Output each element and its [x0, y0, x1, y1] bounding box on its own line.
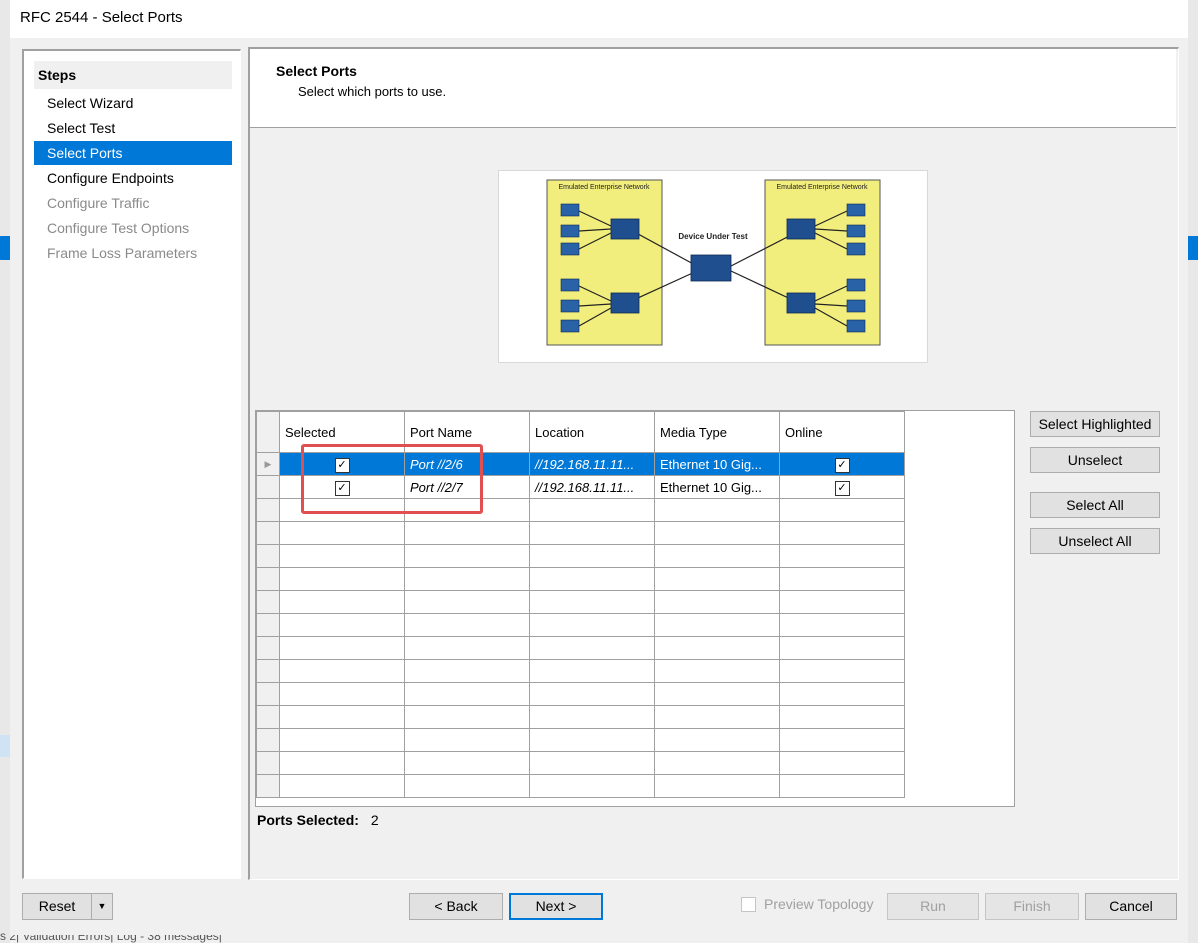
empty-row	[256, 659, 905, 683]
content-panel: Select Ports Select which ports to use. …	[248, 47, 1179, 880]
location-cell: //192.168.11.11...	[529, 475, 655, 499]
preview-topology-label: Preview Topology	[764, 896, 874, 912]
ports-selected: Ports Selected: 2	[257, 812, 379, 828]
select-highlighted-button[interactable]: Select Highlighted	[1030, 411, 1160, 437]
col-port-name[interactable]: Port Name	[404, 411, 530, 453]
diagram-center-label: Device Under Test	[678, 232, 748, 241]
unselect-button[interactable]: Unselect	[1030, 447, 1160, 473]
checkmark-icon: ✓	[834, 480, 850, 496]
topology-diagram: Emulated Enterprise Network Emulated Ent…	[498, 170, 928, 363]
step-frame-loss-parameters: Frame Loss Parameters	[47, 245, 198, 261]
steps-panel: Steps Select Wizard Select Test Select P…	[22, 49, 241, 879]
step-configure-traffic: Configure Traffic	[47, 195, 150, 211]
online-checkbox: ✓	[779, 475, 905, 499]
diagram-left-label: Emulated Enterprise Network	[558, 184, 650, 191]
empty-row	[256, 705, 905, 729]
empty-row	[256, 728, 905, 752]
page-title: Select Ports	[276, 63, 357, 79]
online-checkbox: ✓	[779, 452, 905, 476]
empty-row	[256, 613, 905, 637]
col-selected[interactable]: Selected	[279, 411, 405, 453]
table-row[interactable]: ▶ ✓ Port //2/6 //192.168.11.11... Ethern…	[256, 452, 905, 476]
diagram-right-label: Emulated Enterprise Network	[776, 184, 868, 191]
empty-row	[256, 544, 905, 568]
port-name-cell: Port //2/6	[404, 452, 530, 476]
step-select-test[interactable]: Select Test	[34, 116, 232, 140]
step-configure-test-options: Configure Test Options	[47, 220, 190, 236]
empty-row	[256, 774, 905, 798]
rfc2544-dialog: RFC 2544 - Select Ports Steps Select Wiz…	[10, 0, 1188, 935]
empty-row	[256, 751, 905, 775]
empty-row	[256, 636, 905, 660]
cancel-button[interactable]: Cancel	[1085, 893, 1177, 920]
empty-row	[256, 682, 905, 706]
checkmark-icon: ✓	[334, 457, 350, 473]
preview-topology-checkbox: Preview Topology	[741, 896, 873, 912]
ports-selected-count: 2	[370, 812, 379, 828]
ports-grid: Selected Port Name Location Media Type O…	[255, 410, 1015, 807]
row-header	[256, 475, 280, 499]
step-configure-endpoints[interactable]: Configure Endpoints	[34, 166, 232, 190]
media-type-cell: Ethernet 10 Gig...	[654, 452, 780, 476]
row-pointer-icon: ▶	[256, 452, 280, 476]
title-bar: RFC 2544 - Select Ports	[10, 0, 1188, 38]
selected-checkbox[interactable]: ✓	[279, 475, 405, 499]
reset-button[interactable]: Reset	[22, 893, 92, 920]
back-button[interactable]: < Back	[409, 893, 503, 920]
next-button[interactable]: Next >	[509, 893, 603, 920]
location-cell: //192.168.11.11...	[529, 452, 655, 476]
unselect-all-button[interactable]: Unselect All	[1030, 528, 1160, 554]
window-title: RFC 2544 - Select Ports	[20, 9, 183, 26]
reset-dropdown-icon[interactable]: ▼	[91, 893, 113, 920]
col-media-type[interactable]: Media Type	[654, 411, 780, 453]
empty-row	[256, 567, 905, 591]
content-header: Select Ports Select which ports to use.	[250, 49, 1176, 128]
run-button: Run	[887, 893, 979, 920]
checkmark-icon: ✓	[334, 480, 350, 496]
steps-header: Steps	[34, 61, 232, 89]
topology-diagram-image: Emulated Enterprise Network Emulated Ent…	[546, 179, 881, 346]
ports-selected-label: Ports Selected:	[257, 812, 359, 828]
table-row[interactable]: ✓ Port //2/7 //192.168.11.11... Ethernet…	[256, 475, 905, 499]
selected-checkbox[interactable]: ✓	[279, 452, 405, 476]
media-type-cell: Ethernet 10 Gig...	[654, 475, 780, 499]
empty-row	[256, 521, 905, 545]
steps-heading: Steps	[38, 67, 77, 83]
empty-row	[256, 590, 905, 614]
empty-row	[256, 498, 905, 522]
checkbox-icon	[741, 896, 756, 912]
col-location[interactable]: Location	[529, 411, 655, 453]
step-select-wizard[interactable]: Select Wizard	[34, 91, 232, 115]
finish-button: Finish	[985, 893, 1079, 920]
row-header-corner	[256, 411, 280, 453]
page-subtitle: Select which ports to use.	[298, 84, 447, 99]
grid-header-row: Selected Port Name Location Media Type O…	[256, 411, 905, 453]
step-select-ports[interactable]: Select Ports	[34, 141, 232, 165]
select-all-button[interactable]: Select All	[1030, 492, 1160, 518]
port-name-cell: Port //2/7	[404, 475, 530, 499]
checkmark-icon: ✓	[834, 457, 850, 473]
col-online[interactable]: Online	[779, 411, 905, 453]
